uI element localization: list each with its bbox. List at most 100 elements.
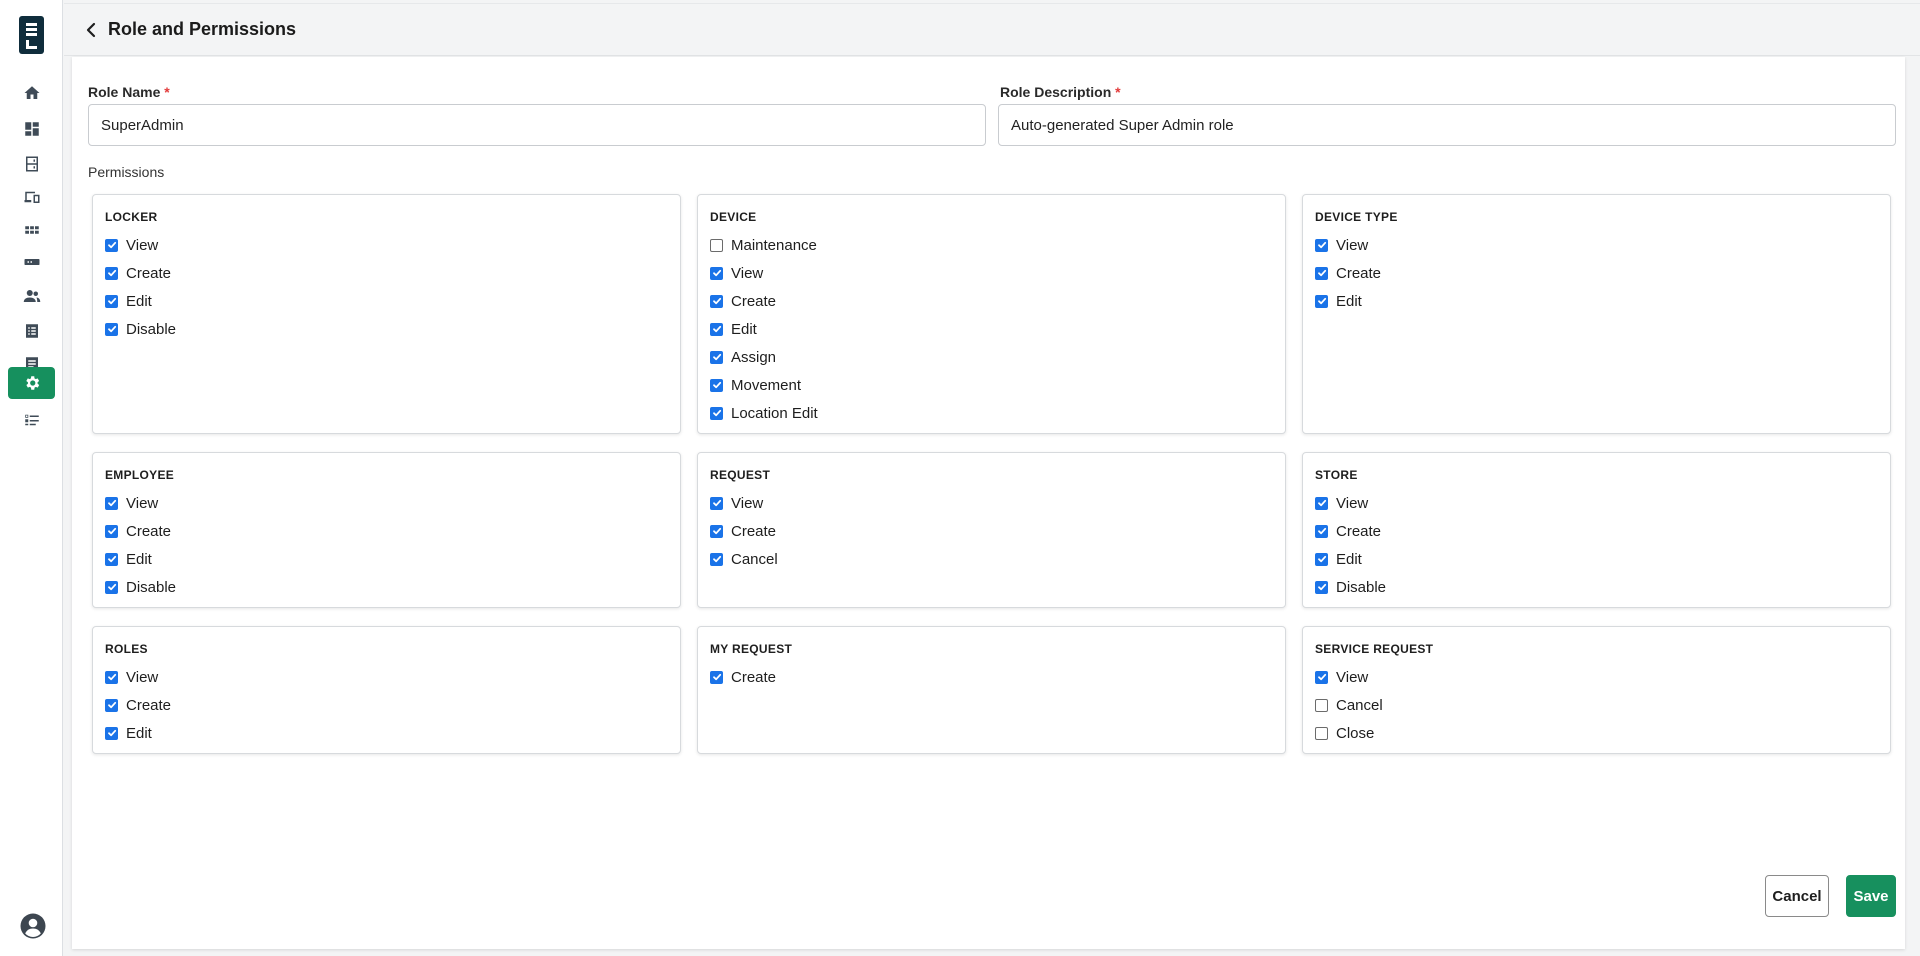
permission-checkbox-view[interactable]: View	[710, 493, 763, 513]
permission-checkbox-edit[interactable]: Edit	[105, 723, 152, 743]
permission-checkbox-assign[interactable]: Assign	[710, 347, 776, 367]
nav-devices[interactable]	[8, 180, 55, 214]
permission-checkbox-edit[interactable]: Edit	[105, 549, 152, 569]
permission-checkbox-disable[interactable]: Disable	[1315, 577, 1386, 597]
checkbox-checked-icon[interactable]	[710, 350, 723, 364]
permission-checkbox-create[interactable]: Create	[1315, 521, 1381, 541]
checkbox-checked-icon[interactable]	[105, 552, 118, 566]
permission-checkbox-view[interactable]: View	[105, 235, 158, 255]
checkbox-unchecked-icon[interactable]	[1315, 698, 1328, 712]
permission-checkbox-maintenance[interactable]: Maintenance	[710, 235, 817, 255]
permission-checkbox-view[interactable]: View	[1315, 235, 1368, 255]
checkbox-checked-icon[interactable]	[105, 698, 118, 712]
permission-label: View	[126, 494, 159, 512]
nav-apps[interactable]	[8, 213, 55, 247]
checkbox-checked-icon[interactable]	[1315, 552, 1328, 566]
checkbox-unchecked-icon[interactable]	[1315, 726, 1328, 740]
permission-label: Edit	[1336, 550, 1362, 568]
permission-card-locker: LOCKER View Create Edit Disable	[92, 194, 681, 434]
permission-label: Location Edit	[731, 404, 818, 422]
permission-card-request: REQUEST View Create Cancel	[697, 452, 1286, 608]
checkbox-checked-icon[interactable]	[105, 670, 118, 684]
checkbox-checked-icon[interactable]	[105, 238, 118, 252]
checkbox-checked-icon[interactable]	[1315, 524, 1328, 538]
permission-checkbox-cancel[interactable]: Cancel	[710, 549, 778, 569]
user-avatar-icon[interactable]	[20, 913, 46, 939]
permission-checkbox-edit[interactable]: Edit	[1315, 291, 1362, 311]
checkbox-checked-icon[interactable]	[1315, 266, 1328, 280]
checkbox-checked-icon[interactable]	[105, 496, 118, 510]
page-title: Role and Permissions	[108, 19, 297, 39]
permission-checkbox-create[interactable]: Create	[1315, 263, 1381, 283]
checkbox-checked-icon[interactable]	[710, 378, 723, 392]
permission-checkbox-view[interactable]: View	[1315, 493, 1368, 513]
permission-checkbox-create[interactable]: Create	[710, 667, 776, 687]
permission-checkbox-disable[interactable]: Disable	[105, 319, 176, 339]
checkbox-checked-icon[interactable]	[710, 552, 723, 566]
checkbox-checked-icon[interactable]	[710, 266, 723, 280]
checkbox-checked-icon[interactable]	[1315, 238, 1328, 252]
checkbox-checked-icon[interactable]	[710, 294, 723, 308]
permission-label: Create	[1336, 522, 1382, 540]
dashboard-icon	[24, 122, 39, 136]
permission-label: Edit	[126, 292, 152, 310]
permission-checkbox-create[interactable]: Create	[710, 521, 776, 541]
checkbox-checked-icon[interactable]	[710, 322, 723, 336]
checkbox-checked-icon[interactable]	[710, 670, 723, 684]
nav-employees[interactable]	[8, 279, 55, 313]
nav-locker[interactable]	[8, 147, 55, 181]
nav-device-type[interactable]	[8, 245, 55, 279]
permission-checkbox-edit[interactable]: Edit	[105, 291, 152, 311]
checkbox-checked-icon[interactable]	[1315, 580, 1328, 594]
role-description-input[interactable]	[998, 104, 1896, 146]
checkbox-checked-icon[interactable]	[105, 322, 118, 336]
permission-checkbox-create[interactable]: Create	[105, 521, 171, 541]
permission-checkbox-create[interactable]: Create	[105, 263, 171, 283]
permission-label: Assign	[731, 348, 777, 366]
checkbox-checked-icon[interactable]	[1315, 294, 1328, 308]
nav-home[interactable]	[8, 76, 55, 110]
permission-checkbox-cancel[interactable]: Cancel	[1315, 695, 1383, 715]
permission-checkbox-create[interactable]: Create	[710, 291, 776, 311]
save-button[interactable]: Save	[1846, 875, 1896, 917]
checkbox-checked-icon[interactable]	[710, 524, 723, 538]
permission-checkbox-edit[interactable]: Edit	[1315, 549, 1362, 569]
permission-card-title: EMPLOYEE	[105, 468, 175, 482]
checklist-icon	[24, 414, 39, 426]
nav-settings[interactable]	[8, 367, 55, 399]
checkbox-checked-icon[interactable]	[105, 266, 118, 280]
back-button[interactable]	[81, 19, 101, 41]
permission-label: Cancel	[1336, 696, 1383, 714]
checkbox-checked-icon[interactable]	[710, 406, 723, 420]
checkbox-checked-icon[interactable]	[710, 496, 723, 510]
permission-checkbox-disable[interactable]: Disable	[105, 577, 176, 597]
app-logo[interactable]	[19, 16, 44, 54]
permission-checkbox-movement[interactable]: Movement	[710, 375, 801, 395]
permission-label: Create	[126, 696, 172, 714]
nav-dashboard[interactable]	[8, 112, 55, 146]
permission-label: Edit	[126, 550, 152, 568]
role-name-input[interactable]	[88, 104, 986, 146]
permission-checkbox-view[interactable]: View	[1315, 667, 1368, 687]
checkbox-checked-icon[interactable]	[1315, 496, 1328, 510]
sidebar	[0, 0, 63, 956]
permission-card-service-request: SERVICE REQUEST View Cancel Close	[1302, 626, 1891, 754]
permission-checkbox-view[interactable]: View	[105, 667, 158, 687]
permission-checkbox-close[interactable]: Close	[1315, 723, 1374, 743]
checkbox-checked-icon[interactable]	[105, 294, 118, 308]
permission-checkbox-edit[interactable]: Edit	[710, 319, 757, 339]
permission-checkbox-create[interactable]: Create	[105, 695, 171, 715]
checkbox-checked-icon[interactable]	[105, 524, 118, 538]
checkbox-unchecked-icon[interactable]	[710, 238, 723, 252]
permission-checkbox-view[interactable]: View	[710, 263, 763, 283]
permission-label: View	[1336, 236, 1369, 254]
permission-checkbox-view[interactable]: View	[105, 493, 158, 513]
permission-label: View	[1336, 494, 1369, 512]
nav-checklist[interactable]	[8, 403, 55, 437]
checkbox-checked-icon[interactable]	[1315, 670, 1328, 684]
checkbox-checked-icon[interactable]	[105, 580, 118, 594]
cancel-button[interactable]: Cancel	[1765, 875, 1829, 917]
nav-list[interactable]	[8, 314, 55, 348]
permission-checkbox-location-edit[interactable]: Location Edit	[710, 403, 818, 423]
checkbox-checked-icon[interactable]	[105, 726, 118, 740]
